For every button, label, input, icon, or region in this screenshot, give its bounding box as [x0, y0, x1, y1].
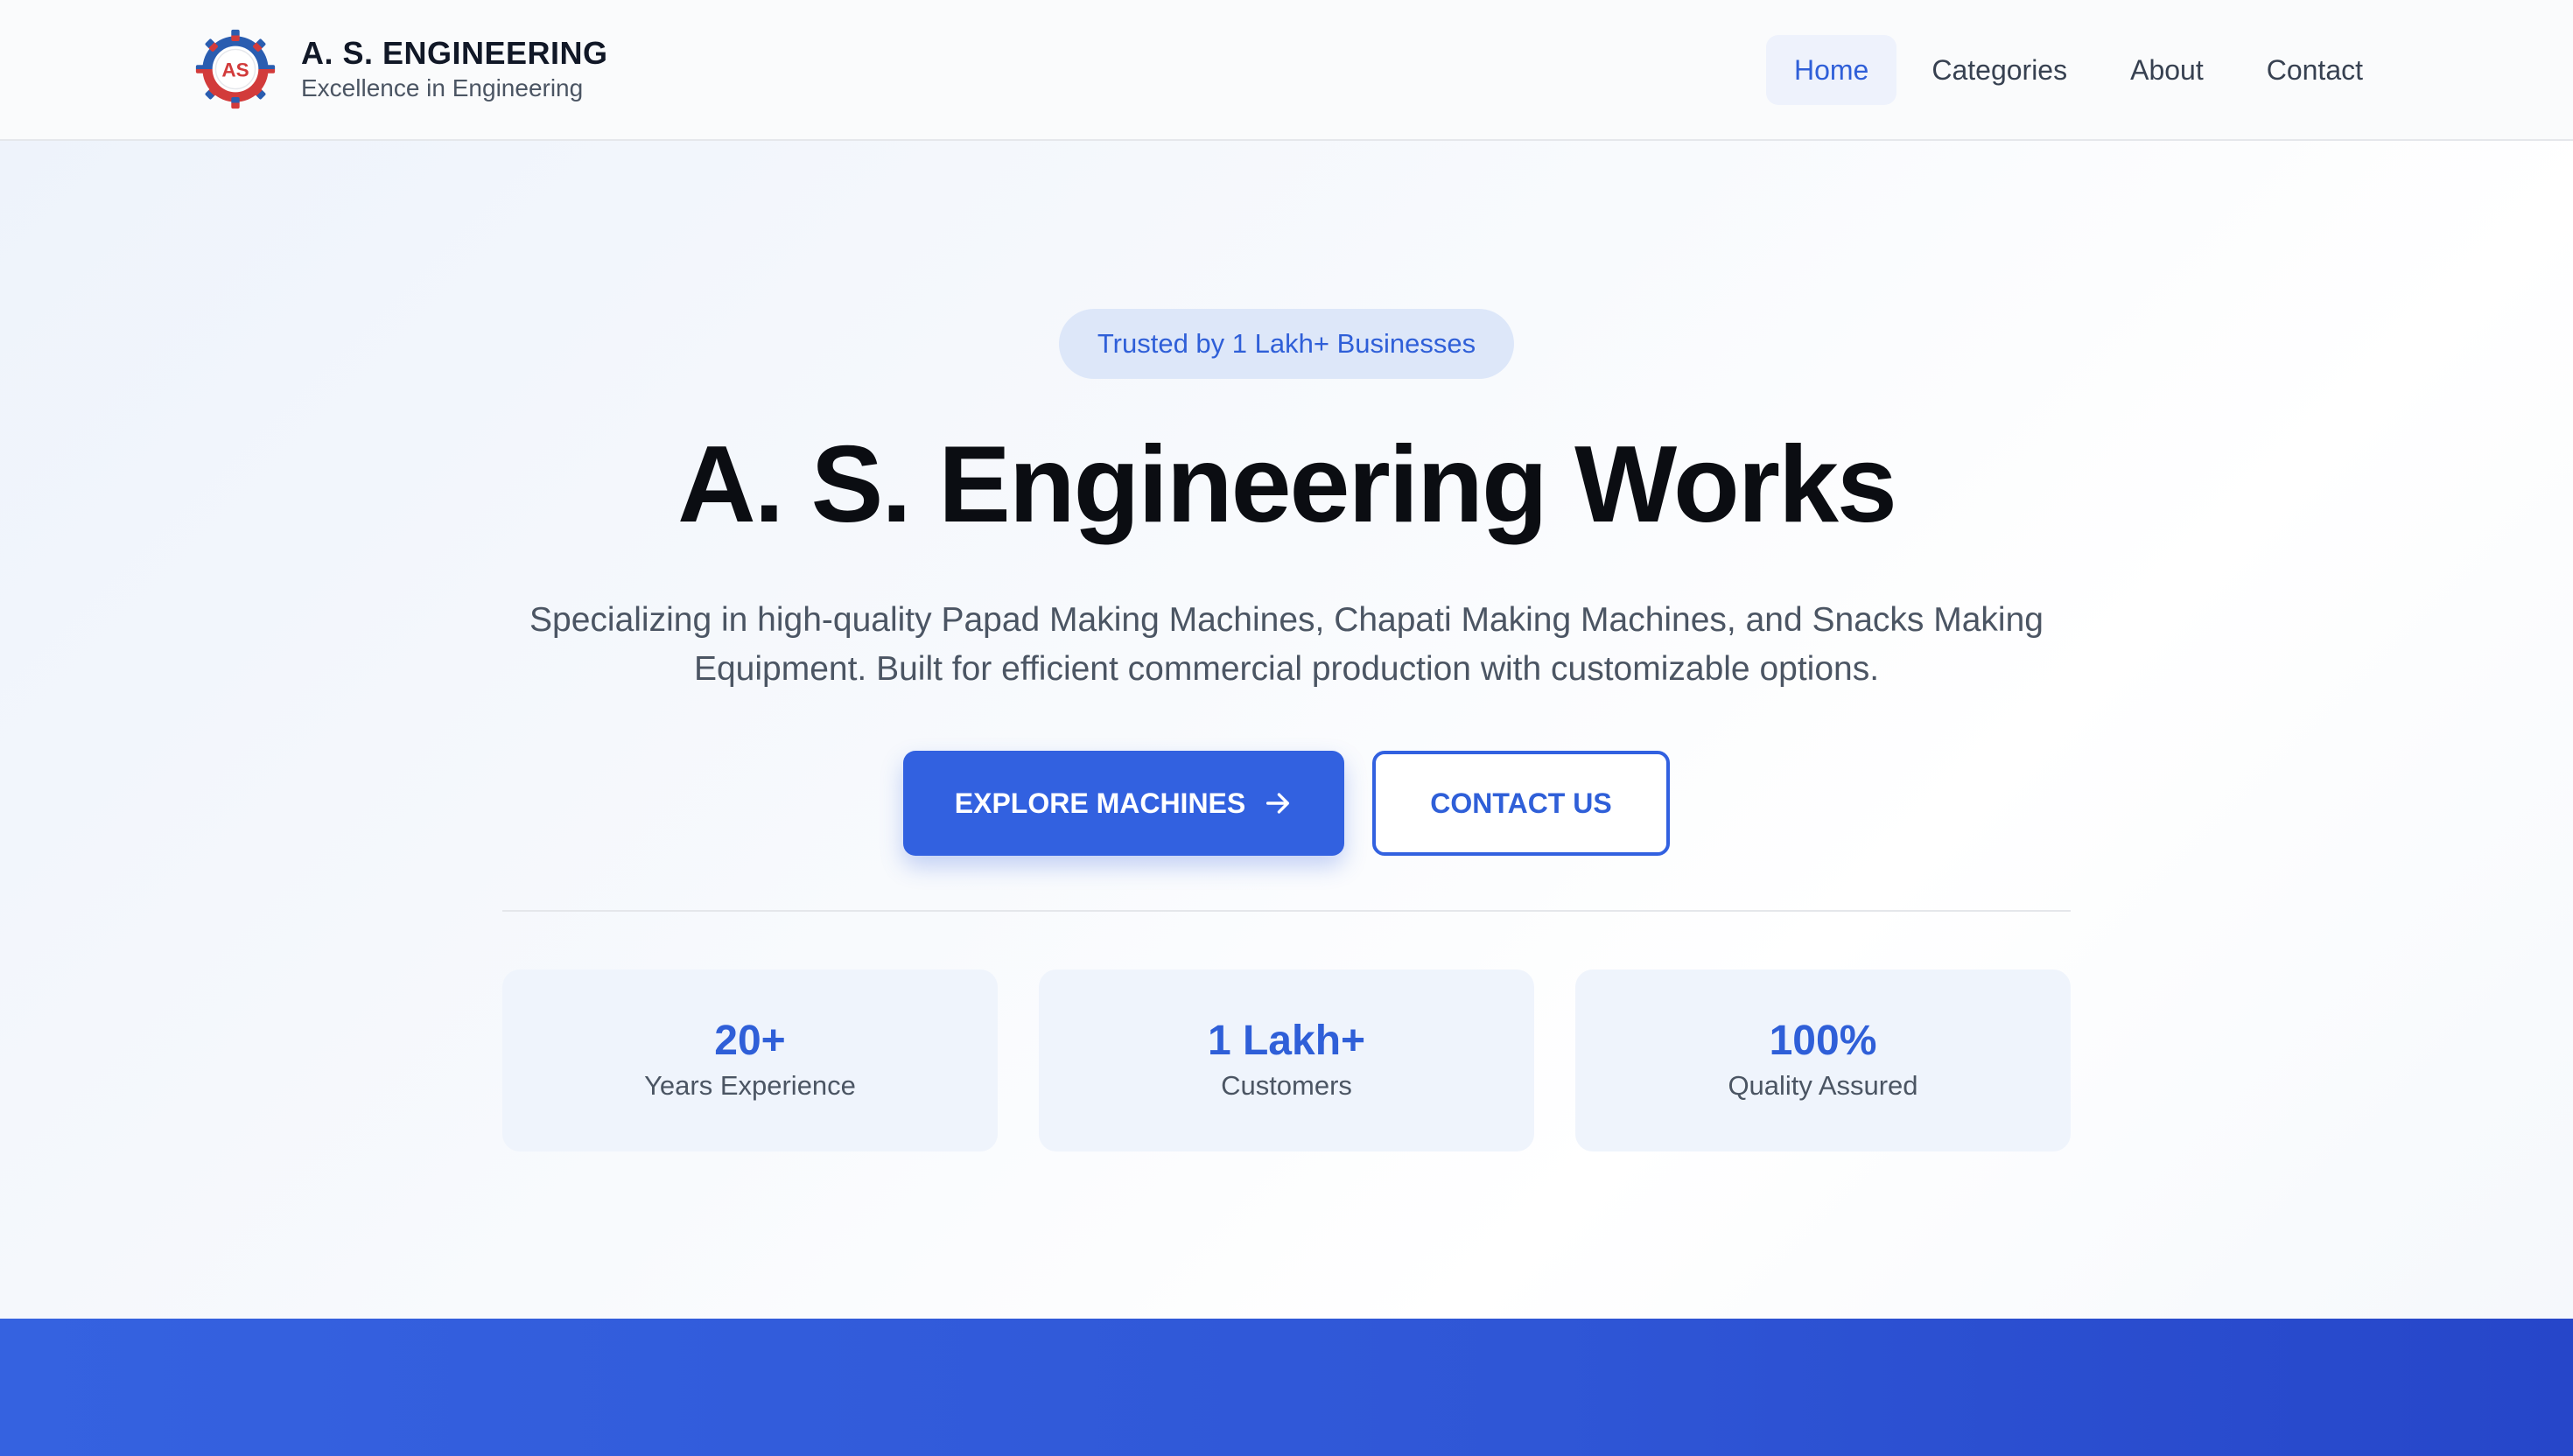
hero-section: Trusted by 1 Lakh+ Businesses A. S. Engi… [0, 141, 2573, 1319]
next-section-band [0, 1319, 2573, 1456]
contact-us-button[interactable]: CONTACT US [1372, 751, 1670, 856]
main-nav: Home Categories About Contact [1759, 35, 2391, 105]
stat-card-experience: 20+ Years Experience [502, 970, 998, 1152]
arrow-right-icon [1266, 793, 1290, 814]
stat-label: Years Experience [644, 1070, 856, 1101]
hero-description-line-1: Specializing in high-quality Papad Makin… [529, 601, 2044, 639]
hero-description-line-2: Equipment. Built for efficient commercia… [693, 650, 1880, 688]
hero-title: A. S. Engineering Works [677, 424, 1897, 545]
logo-letters: AS [221, 59, 249, 80]
nav-home[interactable]: Home [1765, 35, 1897, 105]
brand[interactable]: AS A. S. ENGINEERING Excellence in Engin… [194, 26, 608, 112]
brand-text: A. S. ENGINEERING Excellence in Engineer… [301, 34, 608, 104]
stat-value: 1 Lakh+ [1207, 1018, 1366, 1064]
nav-categories[interactable]: Categories [1903, 35, 2095, 105]
trust-badge: Trusted by 1 Lakh+ Businesses [1059, 309, 1514, 379]
explore-machines-button[interactable]: EXPLORE MACHINES [903, 751, 1344, 856]
brand-tagline: Excellence in Engineering [301, 74, 584, 102]
explore-machines-label: EXPLORE MACHINES [954, 787, 1246, 819]
nav-contact[interactable]: Contact [2239, 35, 2391, 105]
stat-value: 100% [1769, 1018, 1877, 1064]
stat-card-quality: 100% Quality Assured [1575, 970, 2071, 1152]
nav-about[interactable]: About [2102, 35, 2232, 105]
brand-name: A. S. ENGINEERING [301, 35, 608, 71]
hero-description: Specializing in high-quality Papad Makin… [499, 596, 2074, 694]
page: AS A. S. ENGINEERING Excellence in Engin… [0, 0, 2573, 1456]
hero-divider [502, 910, 2071, 912]
stat-label: Quality Assured [1728, 1070, 1918, 1101]
gear-logo-icon: AS [195, 29, 276, 109]
stat-card-customers: 1 Lakh+ Customers [1039, 970, 1534, 1152]
stat-value: 20+ [714, 1018, 786, 1064]
site-header: AS A. S. ENGINEERING Excellence in Engin… [0, 0, 2573, 141]
stat-label: Customers [1221, 1070, 1352, 1101]
